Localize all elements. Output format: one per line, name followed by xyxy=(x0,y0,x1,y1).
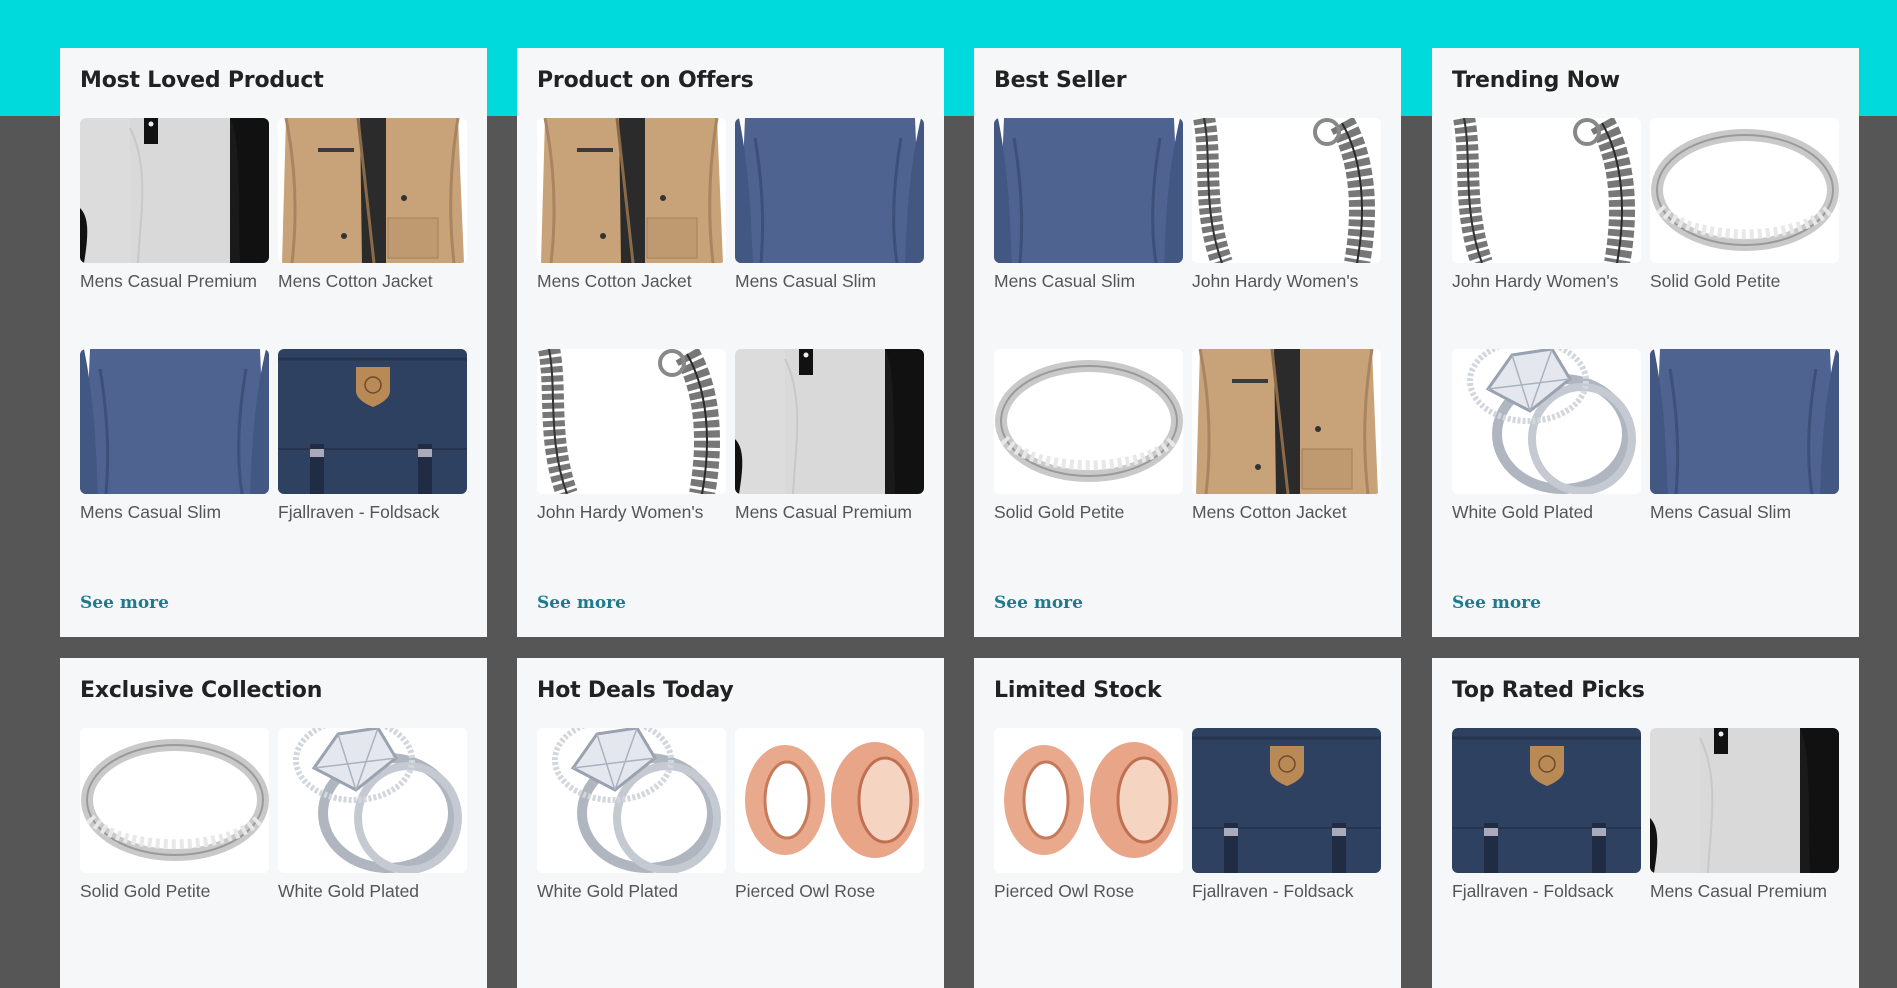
product-tile[interactable]: Mens Cotton Jacket xyxy=(1192,349,1381,523)
product-name[interactable]: Fjallraven - Foldsack xyxy=(278,502,467,523)
product-image[interactable] xyxy=(1650,728,1839,873)
product-image[interactable] xyxy=(994,118,1183,263)
product-image[interactable] xyxy=(1192,728,1381,873)
product-tile[interactable]: Solid Gold Petite xyxy=(1650,118,1839,292)
product-name[interactable]: John Hardy Women's xyxy=(537,502,726,523)
product-name[interactable]: Mens Casual Premium xyxy=(1650,881,1839,902)
product-image[interactable] xyxy=(994,728,1183,873)
product-tile[interactable]: John Hardy Women's xyxy=(537,349,726,523)
product-name[interactable]: White Gold Plated xyxy=(537,881,726,902)
product-tile[interactable]: Mens Cotton Jacket xyxy=(537,118,726,292)
product-image[interactable] xyxy=(1452,349,1641,494)
section-card-hot-deals-today: Hot Deals Today White Gold Plated Pierce… xyxy=(517,658,944,988)
product-name[interactable]: Mens Casual Slim xyxy=(735,271,924,292)
product-image[interactable] xyxy=(278,349,467,494)
product-tile[interactable]: Mens Casual Slim xyxy=(735,118,924,292)
product-image[interactable] xyxy=(278,118,467,263)
product-tile[interactable]: Fjallraven - Foldsack xyxy=(1192,728,1381,902)
product-tile[interactable]: Solid Gold Petite xyxy=(80,728,269,902)
product-tile[interactable]: Mens Casual Slim xyxy=(1650,349,1839,523)
product-name[interactable]: Mens Casual Premium xyxy=(80,271,269,292)
product-tile[interactable]: Mens Casual Slim xyxy=(994,118,1183,292)
product-image[interactable] xyxy=(537,118,726,263)
section-card-best-seller: Best Seller Mens Casual Slim John Hardy … xyxy=(974,48,1401,637)
section-title: Best Seller xyxy=(994,68,1127,93)
product-name[interactable]: John Hardy Women's xyxy=(1452,271,1641,292)
see-more-link[interactable]: See more xyxy=(80,593,169,613)
section-title: Limited Stock xyxy=(994,678,1162,703)
product-name[interactable]: Solid Gold Petite xyxy=(994,502,1183,523)
product-tile[interactable]: White Gold Plated xyxy=(1452,349,1641,523)
section-title: Exclusive Collection xyxy=(80,678,323,703)
product-image[interactable] xyxy=(1452,118,1641,263)
product-tile[interactable]: Pierced Owl Rose xyxy=(994,728,1183,902)
section-card-exclusive-collection: Exclusive Collection Solid Gold Petite W… xyxy=(60,658,487,988)
product-tile[interactable]: Mens Cotton Jacket xyxy=(278,118,467,292)
product-tile[interactable]: Pierced Owl Rose xyxy=(735,728,924,902)
product-name[interactable]: White Gold Plated xyxy=(1452,502,1641,523)
product-name[interactable]: Solid Gold Petite xyxy=(1650,271,1839,292)
product-image[interactable] xyxy=(80,118,269,263)
product-name[interactable]: Mens Cotton Jacket xyxy=(1192,502,1381,523)
product-tile[interactable]: John Hardy Women's xyxy=(1452,118,1641,292)
product-tile[interactable]: Mens Casual Premium xyxy=(735,349,924,523)
see-more-link[interactable]: See more xyxy=(994,593,1083,613)
product-tile[interactable]: White Gold Plated xyxy=(537,728,726,902)
product-tile[interactable]: Solid Gold Petite xyxy=(994,349,1183,523)
product-image[interactable] xyxy=(278,728,467,873)
product-image[interactable] xyxy=(1192,118,1381,263)
see-more-link[interactable]: See more xyxy=(1452,593,1541,613)
product-name[interactable]: Pierced Owl Rose xyxy=(994,881,1183,902)
product-image[interactable] xyxy=(735,118,924,263)
product-image[interactable] xyxy=(1452,728,1641,873)
product-image[interactable] xyxy=(80,728,269,873)
product-tile[interactable]: Mens Casual Premium xyxy=(1650,728,1839,902)
product-name[interactable]: John Hardy Women's xyxy=(1192,271,1381,292)
see-more-link[interactable]: See more xyxy=(537,593,626,613)
section-card-top-rated-picks: Top Rated Picks Fjallraven - Foldsack Me… xyxy=(1432,658,1859,988)
section-card-product-on-offers: Product on Offers Mens Cotton Jacket Men… xyxy=(517,48,944,637)
product-name[interactable]: Mens Cotton Jacket xyxy=(537,271,726,292)
product-name[interactable]: Fjallraven - Foldsack xyxy=(1192,881,1381,902)
product-name[interactable]: White Gold Plated xyxy=(278,881,467,902)
product-name[interactable]: Fjallraven - Foldsack xyxy=(1452,881,1641,902)
product-tile[interactable]: Mens Casual Slim xyxy=(80,349,269,523)
section-card-limited-stock: Limited Stock Pierced Owl Rose Fjallrave… xyxy=(974,658,1401,988)
product-image[interactable] xyxy=(80,349,269,494)
product-image[interactable] xyxy=(1192,349,1381,494)
product-name[interactable]: Mens Casual Premium xyxy=(735,502,924,523)
section-title: Most Loved Product xyxy=(80,68,324,93)
product-image[interactable] xyxy=(537,349,726,494)
section-card-trending-now: Trending Now John Hardy Women's Solid Go… xyxy=(1432,48,1859,637)
product-image[interactable] xyxy=(994,349,1183,494)
section-title: Trending Now xyxy=(1452,68,1620,93)
section-card-most-loved: Most Loved Product Mens Casual Premium M… xyxy=(60,48,487,637)
product-name[interactable]: Mens Casual Slim xyxy=(80,502,269,523)
product-image[interactable] xyxy=(1650,349,1839,494)
product-tile[interactable]: Mens Casual Premium xyxy=(80,118,269,292)
product-name[interactable]: Mens Cotton Jacket xyxy=(278,271,467,292)
section-title: Product on Offers xyxy=(537,68,754,93)
product-tile[interactable]: John Hardy Women's xyxy=(1192,118,1381,292)
product-tile[interactable]: Fjallraven - Foldsack xyxy=(1452,728,1641,902)
product-name[interactable]: Pierced Owl Rose xyxy=(735,881,924,902)
product-name[interactable]: Mens Casual Slim xyxy=(1650,502,1839,523)
section-title: Hot Deals Today xyxy=(537,678,734,703)
product-name[interactable]: Solid Gold Petite xyxy=(80,881,269,902)
section-title: Top Rated Picks xyxy=(1452,678,1645,703)
product-image[interactable] xyxy=(537,728,726,873)
product-name[interactable]: Mens Casual Slim xyxy=(994,271,1183,292)
product-image[interactable] xyxy=(1650,118,1839,263)
product-tile[interactable]: Fjallraven - Foldsack xyxy=(278,349,467,523)
product-tile[interactable]: White Gold Plated xyxy=(278,728,467,902)
product-image[interactable] xyxy=(735,728,924,873)
product-image[interactable] xyxy=(735,349,924,494)
